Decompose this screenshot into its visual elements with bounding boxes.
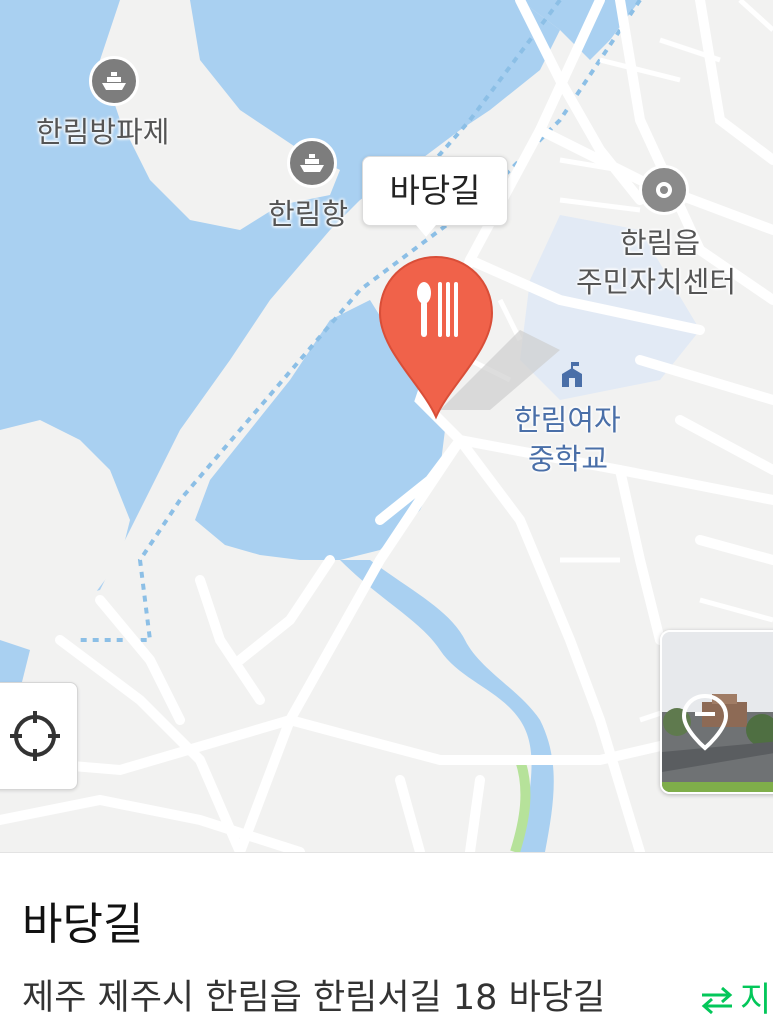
street-view-marker-icon [681,693,729,751]
swap-arrows-icon [701,986,733,1015]
current-location-button[interactable] [0,682,78,790]
poi-label-community-center-line1[interactable]: 한림읍 [620,225,700,261]
crosshair-icon [10,711,60,761]
community-center-icon[interactable] [639,165,689,215]
poi-label-breakwater[interactable]: 한림방파제 [36,114,169,150]
place-title: 바당길 [22,899,144,950]
poi-label-community-center-line2[interactable]: 주민자치센터 [576,264,736,300]
school-icon[interactable] [557,360,587,394]
directions-label: 지 [740,980,772,1020]
directions-button[interactable]: 지 [700,979,771,1021]
place-callout[interactable]: 바당길 [362,156,508,226]
ferry-icon[interactable] [287,138,337,188]
poi-label-school-line1[interactable]: 한림여자 [514,402,621,438]
street-view-thumbnail[interactable] [660,630,773,794]
callout-tail [416,225,436,237]
poi-label-port[interactable]: 한림항 [268,196,348,232]
place-marker-pin[interactable] [376,255,496,424]
poi-label-school-line2[interactable]: 중학교 [528,441,608,477]
place-info-panel[interactable]: 바당길 제주 제주시 한림읍 한림서길 18 바당길 지 [0,852,773,1031]
map-view[interactable]: 한림방파제 한림항 한림읍 주민자치센터 한림여자 중학교 바당길 [0,0,773,852]
ferry-icon[interactable] [89,56,139,106]
place-address: 제주 제주시 한림읍 한림서길 18 바당길 [22,978,606,1018]
